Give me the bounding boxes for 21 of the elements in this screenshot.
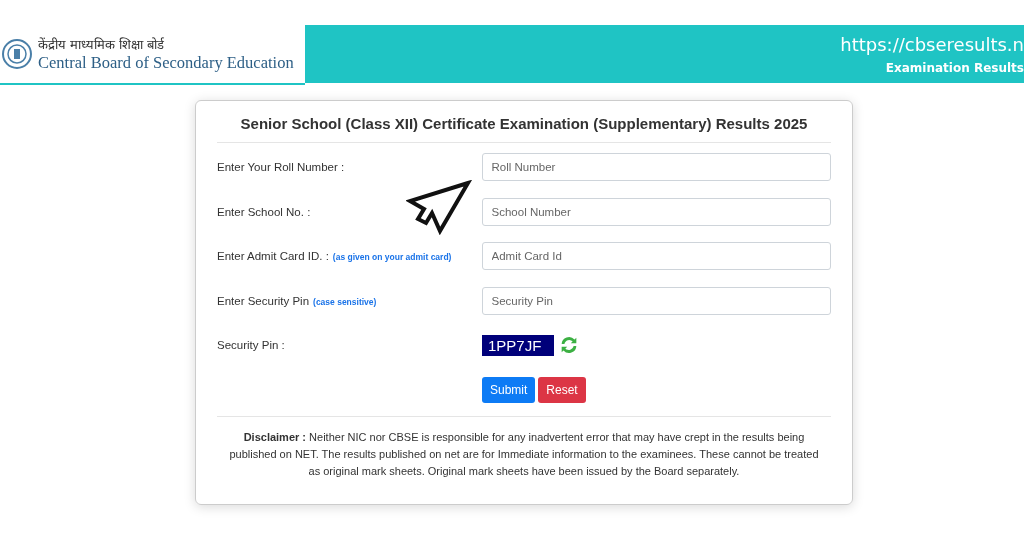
captcha-code: 1PP7JF [482, 334, 554, 356]
reset-button[interactable]: Reset [538, 376, 586, 403]
input-field[interactable]: Admit Card Id [481, 242, 831, 270]
submit-button[interactable]: Submit [482, 376, 536, 403]
field-hint: (case sensitive) [313, 296, 377, 307]
field-label: Security Pin : [217, 339, 285, 351]
board-name-hindi: केंद्रीय माध्यमिक शिक्षा बोर्ड [38, 36, 166, 53]
field-hint: (as given on your admit card) [332, 252, 452, 262]
field-label: Enter Your Roll Number : [217, 161, 345, 173]
field-label: Enter Security Pin [217, 294, 310, 307]
input-field[interactable]: School Number [481, 197, 831, 226]
field-label: Enter Admit Card ID. : [217, 250, 329, 262]
board-name: Central Board of Secondary Education [38, 53, 294, 73]
input-field[interactable]: Security Pin [481, 286, 831, 315]
form-title: Senior School (Class XII) Certificate Examination (Supplementary) Results 2025 [217, 115, 831, 143]
cursor-arrow-icon [406, 179, 472, 235]
input-field[interactable]: Roll Number [481, 153, 831, 181]
field-label: Enter School No. : [217, 205, 311, 218]
site-url: https://cbseresults.n [840, 33, 1024, 55]
disclaimer-text: Disclaimer : Neither NIC nor CBSE is responsible for any inadvertent error that may have crept in the results being published on NET. The results published on net are for Immediate information to the examinees. These cannot be treated as original mark sheets. Original mark sheets have been issued by the Board separately. [217, 415, 831, 480]
site-subtitle: Examination Results [885, 60, 1024, 75]
